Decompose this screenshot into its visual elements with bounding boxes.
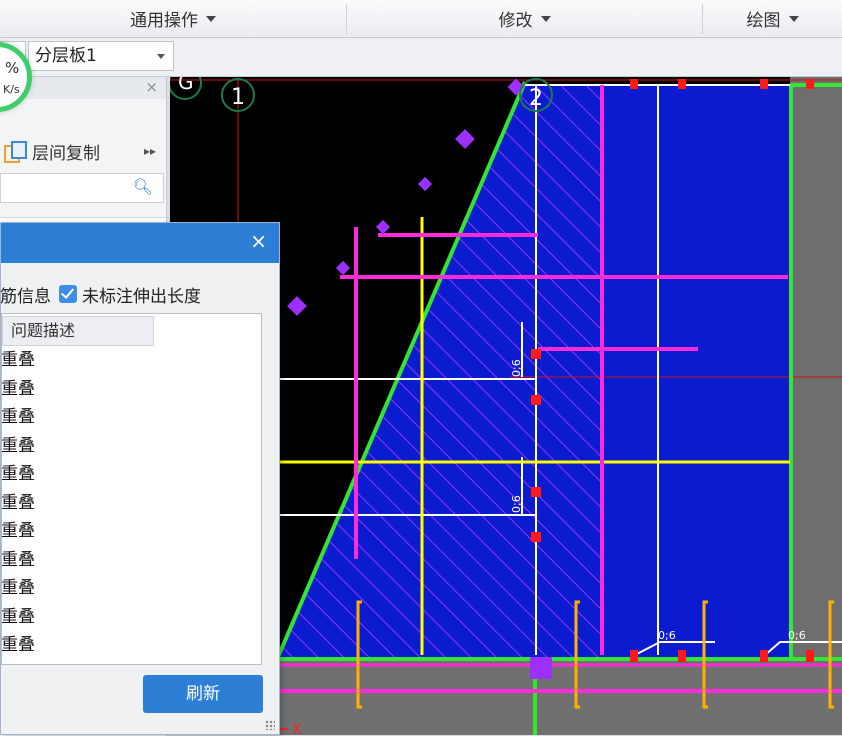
issue-row[interactable]: 围重叠 (2, 403, 261, 432)
unmarked-length-checkbox[interactable] (59, 285, 77, 303)
dimension-label: 0;6 (788, 629, 806, 642)
menu-general-ops[interactable]: 通用操作 (0, 0, 346, 37)
x-axis-label: X (292, 722, 302, 735)
chevron-down-icon (206, 15, 216, 22)
chevron-down-icon (157, 54, 165, 59)
copy-icon (4, 141, 27, 163)
issue-row[interactable]: 围重叠 (2, 603, 261, 632)
dimension-label: 0;6 (510, 495, 523, 513)
column-header-description[interactable]: 问题描述 (2, 316, 154, 346)
issue-rows: 围重叠 围重叠 围重叠 围重叠 围重叠 围重叠 围重叠 围重叠 围重叠 围重叠 … (2, 346, 261, 660)
floor-copy-label: 层间复制 (32, 143, 100, 164)
hatched-region (280, 84, 602, 657)
chevron-down-icon (540, 15, 551, 22)
expand-more-icon[interactable]: ▸▸ (144, 144, 156, 158)
panel-close-icon[interactable]: × (145, 78, 158, 96)
issue-row[interactable]: 围重叠 (2, 574, 261, 603)
close-icon[interactable]: × (250, 229, 267, 253)
chevron-down-icon (788, 15, 799, 22)
search-icon[interactable]: 🔍︎ (133, 177, 153, 196)
check-results-dialog: × 箍筋信息 未标注伸出长度 问题描述 围重叠 围重叠 围重叠 围重叠 围重叠 … (0, 222, 280, 735)
menu-modify-label: 修改 (498, 11, 533, 31)
selector-bar: 分层板1 (0, 38, 842, 77)
issue-list[interactable]: 问题描述 围重叠 围重叠 围重叠 围重叠 围重叠 围重叠 围重叠 围重叠 围重叠… (1, 313, 262, 665)
axis-label-1: 1 (231, 85, 245, 110)
axis-label-g: G (178, 77, 194, 94)
dimension-label: 0;6 (658, 629, 676, 642)
issue-row[interactable]: 围重叠 (2, 489, 261, 518)
issue-row[interactable]: 围重叠 (2, 346, 261, 375)
menu-general-ops-label: 通用操作 (130, 11, 198, 31)
issue-row[interactable]: 围重叠 (2, 432, 261, 461)
floor-select-value: 分层板1 (35, 46, 97, 66)
issue-row[interactable]: 围重叠 (2, 375, 261, 404)
speed-rate: K/s (3, 83, 20, 96)
issue-row[interactable]: 围重叠 (2, 546, 261, 575)
filter-options: 箍筋信息 未标注伸出长度 (0, 281, 201, 307)
search-input[interactable]: 🔍︎ (0, 173, 164, 203)
issue-row[interactable]: 围重叠 (2, 460, 261, 489)
issue-row[interactable]: 围重叠 (2, 631, 261, 660)
resize-grip-icon[interactable] (265, 720, 275, 730)
floor-select[interactable]: 分层板1 (28, 41, 174, 71)
stirrup-info-label[interactable]: 箍筋信息 (0, 282, 51, 307)
unmarked-length-label[interactable]: 未标注伸出长度 (82, 282, 201, 307)
menu-modify[interactable]: 修改 (347, 0, 702, 37)
refresh-button[interactable]: 刷新 (143, 675, 263, 713)
top-toolbar: 通用操作 修改 绘图 (0, 0, 842, 38)
menu-draw[interactable]: 绘图 (703, 0, 842, 37)
dialog-titlebar[interactable]: × (1, 223, 279, 263)
axis-label-2: 2 (529, 86, 543, 111)
dimension-label: 0;6 (510, 359, 523, 377)
issue-row[interactable]: 围重叠 (2, 517, 261, 546)
floor-copy-button[interactable]: 层间复制 ▸▸ (0, 135, 162, 167)
menu-draw-label: 绘图 (746, 11, 781, 31)
speed-percent: % (5, 59, 20, 77)
